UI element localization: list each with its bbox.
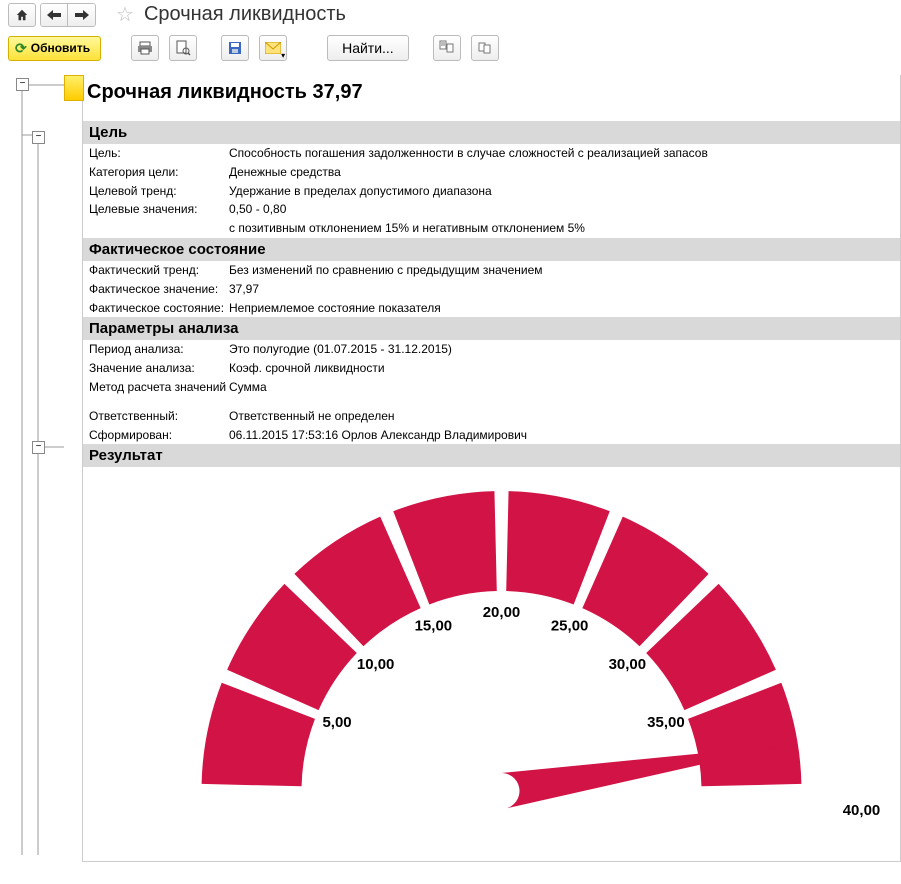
email-button[interactable]: ▾ bbox=[259, 35, 287, 61]
actual-trend-value: Без изменений по сравнению с предыдущим … bbox=[229, 262, 894, 279]
find-button-label: Найти... bbox=[342, 40, 394, 56]
method-value: Сумма bbox=[229, 379, 894, 396]
gauge-chart: 5,00 10,00 15,00 20,00 25,00 30,00 35,00 40,00 bbox=[89, 471, 894, 851]
actual-state-value: Неприемлемое состояние показателя bbox=[229, 300, 894, 317]
gauge-tick-label: 25,00 bbox=[551, 618, 589, 635]
gauge-tick-label: 10,00 bbox=[357, 656, 395, 673]
method-label: Метод расчета значений bbox=[89, 379, 229, 396]
page-title: Срочная ликвидность bbox=[144, 3, 346, 26]
gauge-tick-label: 35,00 bbox=[647, 714, 685, 731]
gauge-tick-label: 40,00 bbox=[843, 802, 881, 819]
save-button[interactable] bbox=[221, 35, 249, 61]
analysis-label: Значение анализа: bbox=[89, 360, 229, 377]
actual-value-label: Фактическое значение: bbox=[89, 281, 229, 298]
target-values-label: Целевые значения: bbox=[89, 201, 229, 218]
print-preview-button[interactable] bbox=[169, 35, 197, 61]
gauge-tick-label: 30,00 bbox=[609, 656, 647, 673]
favorite-star-icon[interactable]: ☆ bbox=[106, 2, 140, 27]
gauge-tick-label: 20,00 bbox=[483, 604, 521, 621]
target-values-value2: с позитивным отклонением 15% и негативны… bbox=[229, 220, 894, 237]
refresh-button[interactable]: ⟳ Обновить bbox=[8, 36, 101, 61]
goal-value: Способность погашения задолженности в сл… bbox=[229, 145, 894, 162]
category-label: Категория цели: bbox=[89, 164, 229, 181]
target-trend-label: Целевой тренд: bbox=[89, 183, 229, 200]
period-value: Это полугодие (01.07.2015 - 31.12.2015) bbox=[229, 341, 894, 358]
refresh-icon: ⟳ bbox=[15, 40, 27, 57]
report-title: Срочная ликвидность 37,97 bbox=[83, 75, 900, 111]
period-label: Период анализа: bbox=[89, 341, 229, 358]
active-row-marker bbox=[64, 75, 84, 101]
gauge-tick-label: 5,00 bbox=[322, 714, 351, 731]
tree-toggle-root[interactable]: − bbox=[16, 78, 29, 91]
responsible-value: Ответственный не определен bbox=[229, 408, 894, 425]
goal-label: Цель: bbox=[89, 145, 229, 162]
outline-tree: − − − bbox=[6, 75, 82, 862]
print-button[interactable] bbox=[131, 35, 159, 61]
collapse-groups-button[interactable] bbox=[471, 35, 499, 61]
section-header-actual: Фактическое состояние bbox=[83, 238, 900, 261]
refresh-button-label: Обновить bbox=[31, 41, 90, 55]
category-value: Денежные средства bbox=[229, 164, 894, 181]
chevron-down-icon: ▾ bbox=[281, 51, 285, 60]
actual-trend-label: Фактический тренд: bbox=[89, 262, 229, 279]
tree-toggle-goal[interactable]: − bbox=[32, 131, 45, 144]
analysis-value: Коэф. срочной ликвидности bbox=[229, 360, 894, 377]
actual-value-value: 37,97 bbox=[229, 281, 894, 298]
formed-label: Сформирован: bbox=[89, 427, 229, 444]
section-header-params: Параметры анализа bbox=[83, 317, 900, 340]
formed-value: 06.11.2015 17:53:16 Орлов Александр Влад… bbox=[229, 427, 894, 444]
gauge-tick-label: 15,00 bbox=[415, 618, 453, 635]
target-values-value: 0,50 - 0,80 bbox=[229, 201, 894, 218]
target-trend-value: Удержание в пределах допустимого диапазо… bbox=[229, 183, 894, 200]
section-header-result: Результат bbox=[83, 444, 900, 467]
section-header-goal: Цель bbox=[83, 121, 900, 144]
actual-state-label: Фактическое состояние: bbox=[89, 300, 229, 317]
responsible-label: Ответственный: bbox=[89, 408, 229, 425]
forward-button[interactable] bbox=[68, 3, 96, 27]
home-button[interactable] bbox=[8, 3, 36, 27]
back-button[interactable] bbox=[40, 3, 68, 27]
expand-groups-button[interactable] bbox=[433, 35, 461, 61]
find-button[interactable]: Найти... bbox=[327, 35, 409, 61]
tree-toggle-result[interactable]: − bbox=[32, 441, 45, 454]
